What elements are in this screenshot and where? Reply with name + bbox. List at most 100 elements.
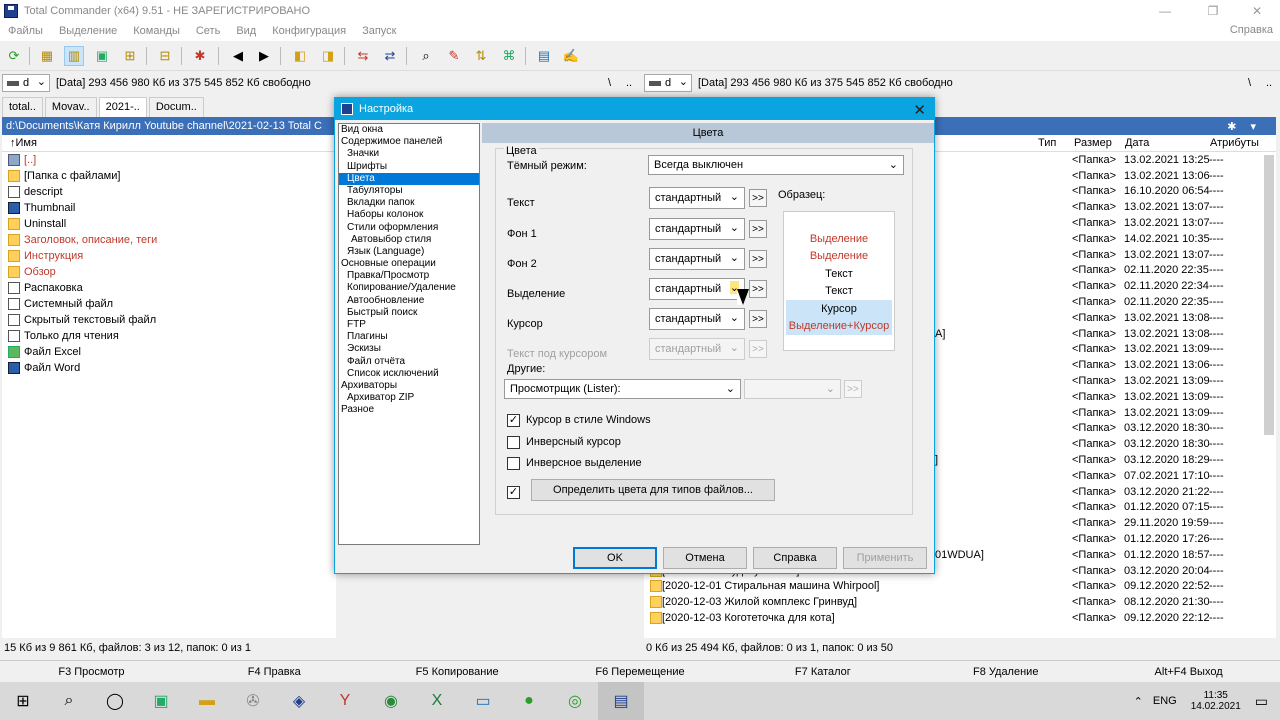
file-row[interactable]: Системный файл <box>2 296 336 312</box>
color-select[interactable]: стандартный ⌄ <box>649 187 745 209</box>
tree-item[interactable]: Разное <box>339 404 479 416</box>
forward-arrow-icon[interactable]: ▶ <box>254 46 274 66</box>
network-app-icon[interactable]: ◈ <box>276 682 322 720</box>
dialog-close-icon[interactable]: ✕ <box>913 101 926 119</box>
right-root-button[interactable]: \ <box>1248 77 1251 89</box>
tree-item[interactable]: Основные операции <box>339 258 479 270</box>
brief-view-icon[interactable]: ▦ <box>37 46 57 66</box>
dropdown-arrow-icon[interactable]: ▾ <box>1250 120 1256 133</box>
column-attributes[interactable]: Атрибуты <box>1210 137 1259 149</box>
filetypes-colors-button[interactable]: Определить цвета для типов файлов... <box>531 479 775 501</box>
tab-total[interactable]: total.. <box>2 97 43 117</box>
menu-files[interactable]: Файлы <box>0 25 51 37</box>
color-select[interactable]: стандартный ⌄ <box>649 218 745 240</box>
minimize-button[interactable]: — <box>1142 0 1188 21</box>
menu-commands[interactable]: Команды <box>125 25 188 37</box>
whatsapp-icon[interactable]: ◎ <box>552 682 598 720</box>
help-button[interactable]: Справка <box>753 547 837 569</box>
file-row[interactable]: <Папка> 09.12.2020 22:52 ---- [2020-12-01 С… <box>644 579 1276 595</box>
notepad-icon[interactable]: ▤ <box>534 46 554 66</box>
tab-movavi[interactable]: Movav.. <box>44 97 97 117</box>
chrome-icon[interactable]: ◉ <box>368 682 414 720</box>
search-icon[interactable]: ⌕ <box>416 46 436 66</box>
archive-unpack-icon[interactable]: ◨ <box>318 46 338 66</box>
column-type[interactable]: Тип <box>1038 137 1056 149</box>
file-row[interactable]: descript <box>2 184 336 200</box>
settings-icon[interactable]: ✇ <box>230 682 276 720</box>
color-select[interactable]: стандартный ⌄ <box>649 278 745 300</box>
language-indicator[interactable]: ENG <box>1153 695 1177 707</box>
menu-configuration[interactable]: Конфигурация <box>264 25 354 37</box>
file-row[interactable]: Только для чтения <box>2 328 336 344</box>
notifications-icon[interactable]: ▭ <box>1255 693 1268 710</box>
file-row[interactable]: Скрытый текстовый файл <box>2 312 336 328</box>
column-name[interactable]: ↑Имя <box>2 137 37 149</box>
color-more-button[interactable]: >> <box>749 340 767 358</box>
checkbox[interactable] <box>507 435 520 449</box>
f4-edit-button[interactable]: F4 Правка <box>183 661 366 682</box>
full-view-icon[interactable]: ▥ <box>64 46 84 66</box>
tree-item[interactable]: Правка/Просмотр <box>339 270 479 282</box>
tree-item[interactable]: Быстрый поиск <box>339 307 479 319</box>
file-row[interactable]: Заголовок, описание, теги <box>2 232 336 248</box>
tree-item[interactable]: Автообновление <box>339 295 479 307</box>
tree-item[interactable]: Язык (Language) <box>339 246 479 258</box>
tab-documents[interactable]: Docum.. <box>148 97 204 117</box>
tree-item[interactable]: Вкладки папок <box>339 197 479 209</box>
checkbox-label[interactable]: Инверсное выделение <box>526 457 642 469</box>
ftp-icon[interactable]: ⇆ <box>353 46 373 66</box>
url-icon[interactable]: ⇄ <box>380 46 400 66</box>
tree-item[interactable]: Шрифты <box>339 161 479 173</box>
tree-item[interactable]: Вид окна <box>339 124 479 136</box>
tree-item[interactable]: Содержимое панелей <box>339 136 479 148</box>
color-more-button[interactable]: >> <box>749 250 767 268</box>
f5-copy-button[interactable]: F5 Копирование <box>366 661 549 682</box>
excel-icon[interactable]: X <box>414 682 460 720</box>
file-row[interactable]: [..] <box>2 152 336 168</box>
file-row[interactable]: Uninstall <box>2 216 336 232</box>
right-scrollbar[interactable] <box>1264 155 1274 435</box>
invert-selection-icon[interactable]: ⊟ <box>155 46 175 66</box>
pack-icon[interactable]: ✱ <box>190 46 210 66</box>
tree-item[interactable]: Автовыбор стиля <box>339 234 479 246</box>
checkbox-label[interactable]: Инверсный курсор <box>526 436 621 448</box>
file-row[interactable]: Обзор <box>2 264 336 280</box>
tree-item[interactable]: Копирование/Удаление <box>339 282 479 294</box>
right-up-button[interactable]: .. <box>1266 77 1272 89</box>
other-color-select[interactable]: ⌄ <box>744 379 841 399</box>
filetypes-checkbox[interactable]: ✓ <box>507 486 520 499</box>
left-path-bar[interactable]: d:\Documents\Катя Кирилл Youtube channel… <box>2 117 336 135</box>
multi-rename-icon[interactable]: ✎ <box>444 46 464 66</box>
f3-view-button[interactable]: F3 Просмотр <box>0 661 183 682</box>
file-row[interactable]: Инструкция <box>2 248 336 264</box>
tree-item[interactable]: Табуляторы <box>339 185 479 197</box>
left-up-button[interactable]: .. <box>626 77 632 89</box>
back-arrow-icon[interactable]: ◀ <box>228 46 248 66</box>
tree-item[interactable]: Эскизы <box>339 343 479 355</box>
tree-item[interactable]: Архиватор ZIP <box>339 392 479 404</box>
file-row[interactable]: Thumbnail <box>2 200 336 216</box>
tree-item[interactable]: Архиваторы <box>339 380 479 392</box>
column-date[interactable]: Дата <box>1125 137 1149 149</box>
tree-item[interactable]: Файл отчёта <box>339 356 479 368</box>
left-root-button[interactable]: \ <box>608 77 611 89</box>
file-explorer-icon[interactable]: ▬ <box>184 682 230 720</box>
edit-icon[interactable]: ✍ <box>561 46 581 66</box>
f6-move-button[interactable]: F6 Перемещение <box>549 661 732 682</box>
thumbnails-icon[interactable]: ▣ <box>92 46 112 66</box>
tray-chevron-icon[interactable]: ⌃ <box>1134 695 1143 708</box>
total-commander-icon[interactable]: ▤ <box>598 682 644 720</box>
f7-mkdir-button[interactable]: F7 Каталог <box>731 661 914 682</box>
right-drive-select[interactable]: d <box>644 74 692 92</box>
ok-button[interactable]: OK <box>573 547 657 569</box>
monitor-app-icon[interactable]: ▭ <box>460 682 506 720</box>
maximize-button[interactable]: ❐ <box>1190 0 1236 21</box>
file-row[interactable]: <Папка> 08.12.2020 21:30 ---- [2020-12-03 Ж… <box>644 594 1276 610</box>
tree-item[interactable]: Цвета <box>339 172 479 185</box>
windows-start-icon[interactable]: ⊞ <box>0 682 46 720</box>
right-path-bar[interactable]: ✱ ▾ <box>935 117 1276 135</box>
clock[interactable]: 11:35 14.02.2021 <box>1191 690 1241 712</box>
yandex-browser-icon[interactable]: Y <box>322 682 368 720</box>
green-app-icon[interactable]: ● <box>506 682 552 720</box>
app-icon-edit[interactable]: ▣ <box>138 682 184 720</box>
